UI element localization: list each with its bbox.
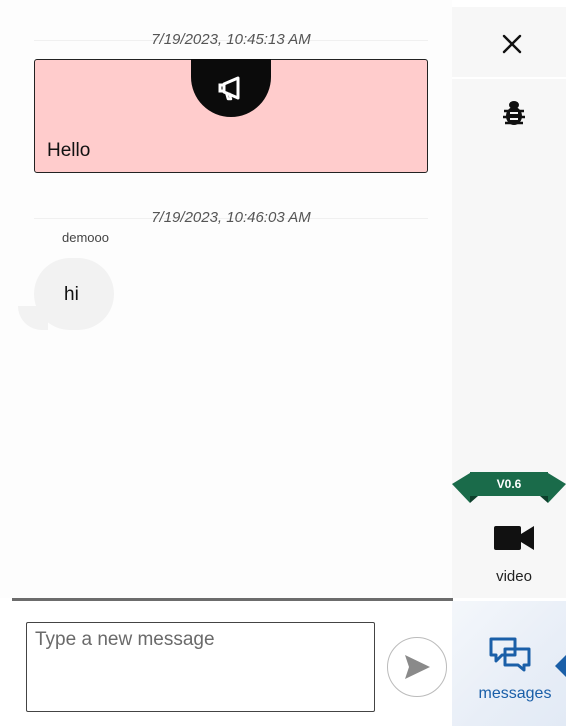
close-button[interactable]: [492, 28, 532, 60]
version-badge: V0.6: [496, 477, 522, 491]
messages-label: messages: [478, 685, 552, 702]
message-timestamp: 7/19/2023, 10:46:03 AM: [151, 209, 311, 226]
debug-button[interactable]: [494, 96, 534, 130]
video-camera-icon: [494, 526, 534, 550]
video-label: video: [496, 568, 532, 585]
message-text: hi: [64, 284, 79, 305]
active-tab-indicator: [555, 655, 566, 677]
send-icon: [405, 655, 430, 679]
message-sender: demooo: [62, 230, 109, 245]
bug-icon: [503, 101, 525, 125]
chat-bubbles-icon: [489, 637, 531, 672]
close-icon: [502, 34, 522, 54]
announcement-text: Hello: [47, 140, 91, 161]
message-input[interactable]: [26, 622, 375, 712]
toolbar-divider: [452, 77, 566, 79]
send-button[interactable]: [387, 637, 447, 697]
message-timestamp: 7/19/2023, 10:45:13 AM: [151, 31, 311, 48]
chat-app: 7/19/2023, 10:45:13 AM Hello 7/19/2023, …: [0, 0, 566, 726]
chat-messages-area[interactable]: 7/19/2023, 10:45:13 AM Hello 7/19/2023, …: [0, 0, 452, 598]
